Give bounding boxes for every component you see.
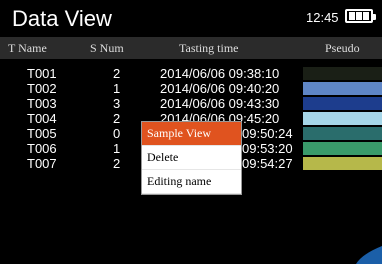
- column-header-time: Tasting time: [179, 40, 239, 55]
- cell-snum: 1: [113, 141, 121, 156]
- cell-time: 09:54:27: [242, 156, 293, 171]
- cell-time: 2014/06/06 09:43:30: [160, 96, 280, 111]
- cell-snum: 2: [113, 111, 121, 126]
- cell-snum: 3: [113, 96, 121, 111]
- cell-snum: 2: [113, 66, 121, 81]
- battery-icon: [345, 9, 376, 23]
- table-row[interactable]: T001 2 2014/06/06 09:38:10: [0, 66, 382, 81]
- column-header-snum: S Num: [90, 40, 124, 55]
- pseudo-color-swatch: [303, 127, 382, 140]
- cell-name: T007: [27, 156, 57, 171]
- cell-name: T006: [27, 141, 57, 156]
- column-header-pseudo: Pseudo: [325, 40, 360, 55]
- cell-name: T004: [27, 111, 57, 126]
- context-menu: Sample View Delete Editing name: [141, 121, 242, 195]
- pseudo-color-swatch: [303, 67, 382, 80]
- pseudo-color-swatch: [303, 82, 382, 95]
- menu-item-sample-view[interactable]: Sample View: [142, 122, 241, 146]
- cell-name: T001: [27, 66, 57, 81]
- page-title: Data View: [12, 6, 112, 31]
- clock: 12:45: [306, 10, 339, 25]
- cell-time: 2014/06/06 09:40:20: [160, 81, 280, 96]
- table-row[interactable]: T003 3 2014/06/06 09:43:30: [0, 96, 382, 111]
- cell-name: T002: [27, 81, 57, 96]
- cell-time: 09:53:20: [242, 141, 293, 156]
- menu-item-delete[interactable]: Delete: [142, 146, 241, 170]
- pseudo-color-swatch: [303, 112, 382, 125]
- pseudo-color-swatch: [303, 142, 382, 155]
- cell-name: T005: [27, 126, 57, 141]
- cell-snum: 2: [113, 156, 121, 171]
- table-header: T Name S Num Tasting time Pseudo: [0, 37, 382, 59]
- cell-time: 2014/06/06 09:38:10: [160, 66, 280, 81]
- cell-snum: 0: [113, 126, 121, 141]
- pseudo-color-swatch: [303, 157, 382, 170]
- cell-time: 09:50:24: [242, 126, 293, 141]
- title-bar: Data View 12:45: [0, 0, 382, 37]
- column-header-name: T Name: [8, 40, 47, 55]
- pseudo-color-swatch: [303, 97, 382, 110]
- cell-snum: 1: [113, 81, 121, 96]
- table-row[interactable]: T002 1 2014/06/06 09:40:20: [0, 81, 382, 96]
- corner-decoration-icon: [356, 246, 382, 264]
- menu-item-editing-name[interactable]: Editing name: [142, 170, 241, 194]
- cell-name: T003: [27, 96, 57, 111]
